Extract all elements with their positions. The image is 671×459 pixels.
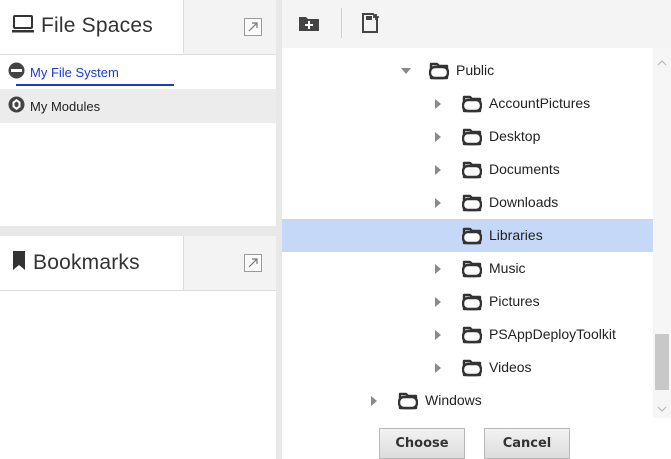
folder-icon	[397, 391, 419, 413]
file-spaces-header: File Spaces	[0, 0, 276, 55]
tree-label: Downloads	[489, 194, 559, 210]
folder-icon	[461, 226, 483, 248]
tree-row-documents[interactable]: Documents	[282, 153, 653, 186]
tree-label: Videos	[489, 359, 532, 375]
collapsed-arrow-icon[interactable]	[432, 295, 444, 307]
collapsed-arrow-icon[interactable]	[432, 130, 444, 142]
folder-icon	[461, 292, 483, 314]
cancel-button[interactable]: Cancel	[484, 428, 570, 459]
expand-arrow-icon[interactable]	[400, 64, 412, 76]
tree-row-public[interactable]: Public	[282, 54, 653, 87]
tree-row-accountpictures[interactable]: AccountPictures	[282, 87, 653, 120]
tree-label: Desktop	[489, 128, 541, 144]
tree-row-pictures[interactable]: Pictures	[282, 285, 653, 318]
tree-label: AccountPictures	[489, 95, 591, 111]
collapsed-arrow-icon[interactable]	[432, 262, 444, 274]
tree-row-psappdeploytoolkit[interactable]: PSAppDeployToolkit	[282, 318, 653, 351]
tree-row-downloads[interactable]: Downloads	[282, 186, 653, 219]
file-toolbar	[282, 0, 671, 49]
folder-icon	[428, 61, 450, 83]
folder-tree: Public AccountPictures Desktop Documents	[282, 48, 653, 418]
file-spaces-panel: File Spaces My File System My Modules	[0, 0, 276, 226]
collapsed-arrow-icon[interactable]	[432, 97, 444, 109]
collapsed-arrow-icon[interactable]	[368, 394, 380, 406]
collapsed-arrow-icon[interactable]	[432, 196, 444, 208]
file-spaces-title: File Spaces	[41, 14, 153, 37]
new-file-button[interactable]	[360, 13, 382, 33]
tree-label: PSAppDeployToolkit	[489, 326, 616, 342]
expand-icon[interactable]	[244, 18, 262, 36]
expand-icon[interactable]	[244, 254, 262, 272]
choose-button[interactable]: Choose	[379, 428, 465, 459]
tree-row-desktop[interactable]: Desktop	[282, 120, 653, 153]
bookmarks-panel: Bookmarks	[0, 236, 276, 459]
bookmarks-header: Bookmarks	[0, 236, 276, 291]
new-file-icon	[360, 13, 382, 37]
left-sidebar: File Spaces My File System My Modules Bo…	[0, 0, 282, 459]
folder-icon	[461, 358, 483, 380]
bookmarks-tab[interactable]: Bookmarks	[0, 236, 184, 290]
folder-icon	[461, 325, 483, 347]
new-folder-button[interactable]	[298, 13, 320, 33]
toolbar-separator	[341, 8, 342, 38]
tree-row-windows[interactable]: Windows	[282, 384, 653, 417]
folder-icon	[461, 127, 483, 149]
tree-row-videos[interactable]: Videos	[282, 351, 653, 384]
module-icon	[8, 96, 25, 116]
new-folder-icon	[298, 17, 320, 37]
file-spaces-list: My File System My Modules	[0, 55, 276, 123]
tree-scrollbar[interactable]	[653, 48, 671, 418]
bookmarks-title: Bookmarks	[33, 251, 140, 274]
tree-label: Pictures	[489, 293, 540, 309]
scroll-down-icon[interactable]	[657, 400, 667, 412]
folder-icon	[461, 94, 483, 116]
scroll-up-icon[interactable]	[657, 54, 667, 66]
folder-icon	[461, 160, 483, 182]
tree-label: Public	[456, 62, 495, 78]
scrollbar-thumb[interactable]	[655, 334, 669, 390]
tree-row-music[interactable]: Music	[282, 252, 653, 285]
file-space-label: My File System	[30, 64, 119, 80]
folder-icon	[461, 193, 483, 215]
file-space-label: My Modules	[30, 98, 101, 114]
tree-label: Windows	[425, 392, 482, 408]
collapsed-arrow-icon[interactable]	[432, 163, 444, 175]
dialog-footer: Choose Cancel	[282, 418, 671, 459]
tree-label: Music	[489, 260, 526, 276]
file-space-my-modules[interactable]: My Modules	[0, 89, 276, 123]
file-spaces-tab[interactable]: File Spaces	[0, 0, 184, 54]
bookmark-icon	[12, 250, 26, 276]
monitor-icon	[12, 14, 34, 39]
tree-row-libraries[interactable]: Libraries	[282, 219, 653, 252]
folder-icon	[461, 259, 483, 281]
collapsed-arrow-icon[interactable]	[432, 328, 444, 340]
tree-label: Libraries	[489, 227, 543, 243]
file-space-my-file-system[interactable]: My File System	[0, 55, 276, 89]
tree-label: Documents	[489, 161, 560, 177]
drive-icon	[8, 62, 25, 82]
collapsed-arrow-icon[interactable]	[432, 361, 444, 373]
